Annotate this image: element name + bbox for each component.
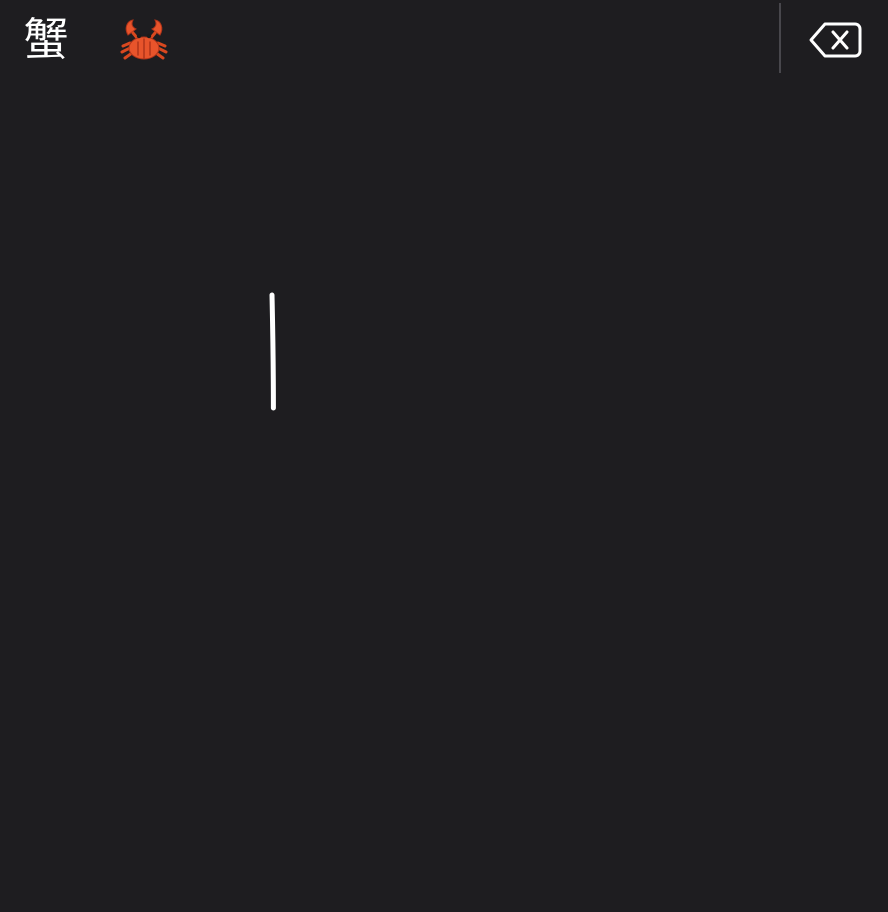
crab-emoji-icon	[120, 19, 168, 60]
handwritten-stroke	[269, 292, 276, 411]
backspace-button[interactable]	[800, 12, 872, 68]
backspace-icon	[809, 22, 862, 58]
candidate-bar: 蟹	[0, 0, 888, 78]
candidate-character[interactable]: 蟹	[14, 8, 78, 70]
handwriting-canvas[interactable]	[0, 78, 888, 912]
candidate-emoji[interactable]	[112, 8, 176, 70]
candidate-bar-divider	[779, 3, 781, 73]
